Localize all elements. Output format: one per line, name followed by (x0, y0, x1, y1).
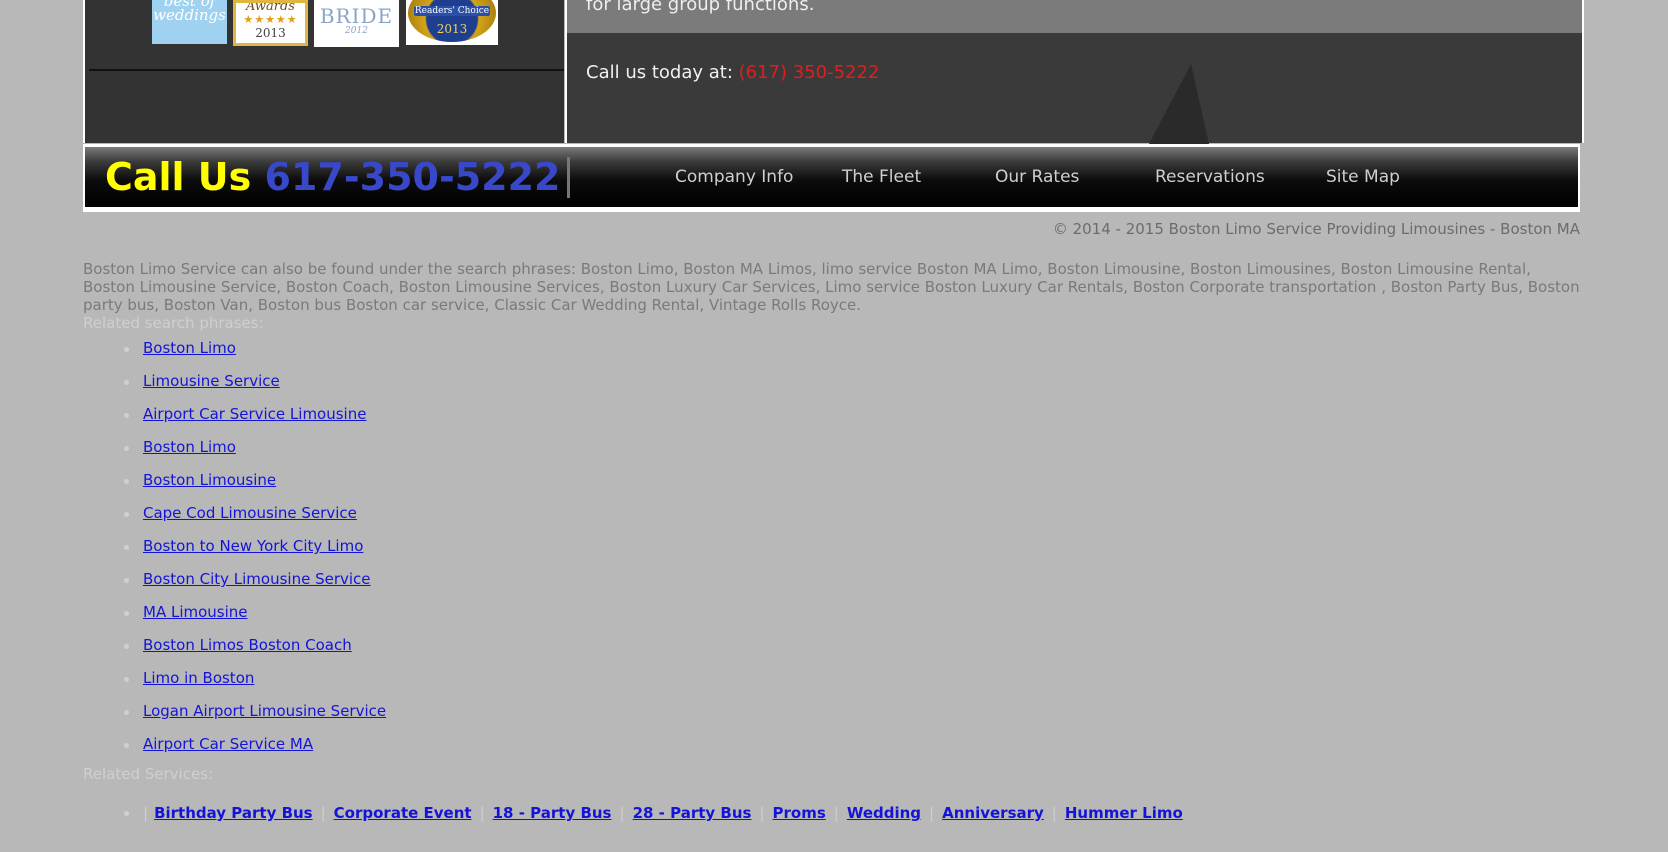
contact-panel: for large group functions. Call us today… (565, 0, 1584, 144)
decorative-shape (1149, 64, 1209, 144)
pipe-separator: | (759, 804, 765, 822)
copyright-text: © 2014 - 2015 Boston Limo Service Provid… (1052, 220, 1580, 238)
nav-our-rates[interactable]: Our Rates (995, 167, 1079, 187)
call-us-label: Call Us (105, 155, 252, 199)
info-strip: for large group functions. (567, 0, 1582, 33)
related-link[interactable]: Airport Car Service Limousine (143, 405, 366, 423)
bride-badge: BRIDE 2012 (314, 0, 399, 47)
related-link[interactable]: Boston Limos Boston Coach (143, 636, 352, 654)
service-link[interactable]: Corporate Event (334, 804, 472, 822)
nav-company-info[interactable]: Company Info (675, 167, 793, 187)
pipe-separator: | (143, 804, 149, 822)
list-item: Cape Cod Limousine Service (83, 497, 1593, 530)
badge-year: 2013 (436, 22, 468, 36)
related-link[interactable]: Limo in Boston (143, 669, 254, 687)
service-link[interactable]: Anniversary (942, 804, 1044, 822)
list-item: Boston Limos Boston Coach (83, 629, 1593, 662)
list-item: Airport Car Service MA (83, 728, 1593, 761)
readers-choice-badge: Readers' Choice 2013 (406, 0, 498, 45)
awards-panel: best of weddings Awards ★★★★★ 2013 BRIDE… (83, 0, 564, 143)
awards-2013-badge: Awards ★★★★★ 2013 (233, 0, 308, 46)
pipe-separator: | (1051, 804, 1057, 822)
service-link[interactable]: Birthday Party Bus (154, 804, 313, 822)
call-today: Call us today at: (617) 350-5222 (586, 62, 879, 83)
list-item: Boston Limo (83, 431, 1593, 464)
related-link[interactable]: Boston Limo (143, 339, 236, 357)
best-of-weddings-badge: best of weddings (152, 0, 227, 44)
call-today-label: Call us today at: (586, 62, 733, 83)
badge-title: Readers' Choice (414, 6, 490, 16)
related-link[interactable]: MA Limousine (143, 603, 248, 621)
badge-text: best of weddings (153, 0, 226, 24)
divider (89, 69, 564, 71)
nav-reservations[interactable]: Reservations (1155, 167, 1265, 187)
list-item: Boston Limousine (83, 464, 1593, 497)
related-link[interactable]: Boston Limousine (143, 471, 276, 489)
service-link[interactable]: Hummer Limo (1065, 804, 1183, 822)
call-today-number[interactable]: (617) 350-5222 (739, 62, 880, 83)
nav-separator (567, 157, 570, 198)
list-item: Logan Airport Limousine Service (83, 695, 1593, 728)
service-link[interactable]: 18 - Party Bus (493, 804, 612, 822)
list-item: Limo in Boston (83, 662, 1593, 695)
stars-icon: ★★★★★ (243, 13, 298, 26)
related-links-list: Boston Limo Limousine Service Airport Ca… (83, 332, 1593, 761)
navbar-inner: Call Us 617-350-5222 Company Info The Fl… (85, 147, 1578, 207)
badge-year: 2013 (255, 26, 286, 40)
pipe-separator: | (833, 804, 839, 822)
nav-site-map[interactable]: Site Map (1326, 167, 1400, 187)
call-us-banner: Call Us 617-350-5222 (105, 155, 560, 199)
service-link[interactable]: Wedding (847, 804, 921, 822)
call-us-number[interactable]: 617-350-5222 (265, 155, 561, 199)
related-link[interactable]: Airport Car Service MA (143, 735, 313, 753)
seo-content: Boston Limo Service can also be found un… (83, 260, 1593, 823)
strip-text: for large group functions. (586, 0, 815, 15)
pipe-separator: | (619, 804, 625, 822)
search-phrases-text: Boston Limo Service can also be found un… (83, 260, 1580, 314)
pipe-separator: | (320, 804, 326, 822)
related-link[interactable]: Limousine Service (143, 372, 280, 390)
list-item: Boston to New York City Limo (83, 530, 1593, 563)
related-search-title: Related search phrases: (83, 314, 264, 332)
list-item: Limousine Service (83, 365, 1593, 398)
related-link[interactable]: Boston Limo (143, 438, 236, 456)
list-item: Boston Limo (83, 332, 1593, 365)
badge-title: BRIDE (319, 4, 394, 28)
related-link[interactable]: Boston to New York City Limo (143, 537, 363, 555)
related-link[interactable]: Logan Airport Limousine Service (143, 702, 386, 720)
services-row: | Birthday Party Bus | Corporate Event | 18 -… (83, 803, 1593, 823)
list-item: MA Limousine (83, 596, 1593, 629)
pipe-separator: | (929, 804, 935, 822)
related-services-title: Related Services: (83, 765, 214, 783)
service-link[interactable]: 28 - Party Bus (633, 804, 752, 822)
list-item: Boston City Limousine Service (83, 563, 1593, 596)
nav-the-fleet[interactable]: The Fleet (842, 167, 921, 187)
related-link[interactable]: Boston City Limousine Service (143, 570, 371, 588)
pipe-separator: | (479, 804, 485, 822)
related-link[interactable]: Cape Cod Limousine Service (143, 504, 357, 522)
badge-title: Awards (246, 0, 295, 14)
service-link[interactable]: Proms (773, 804, 826, 822)
navbar: Call Us 617-350-5222 Company Info The Fl… (83, 144, 1580, 212)
list-item: Airport Car Service Limousine (83, 398, 1593, 431)
